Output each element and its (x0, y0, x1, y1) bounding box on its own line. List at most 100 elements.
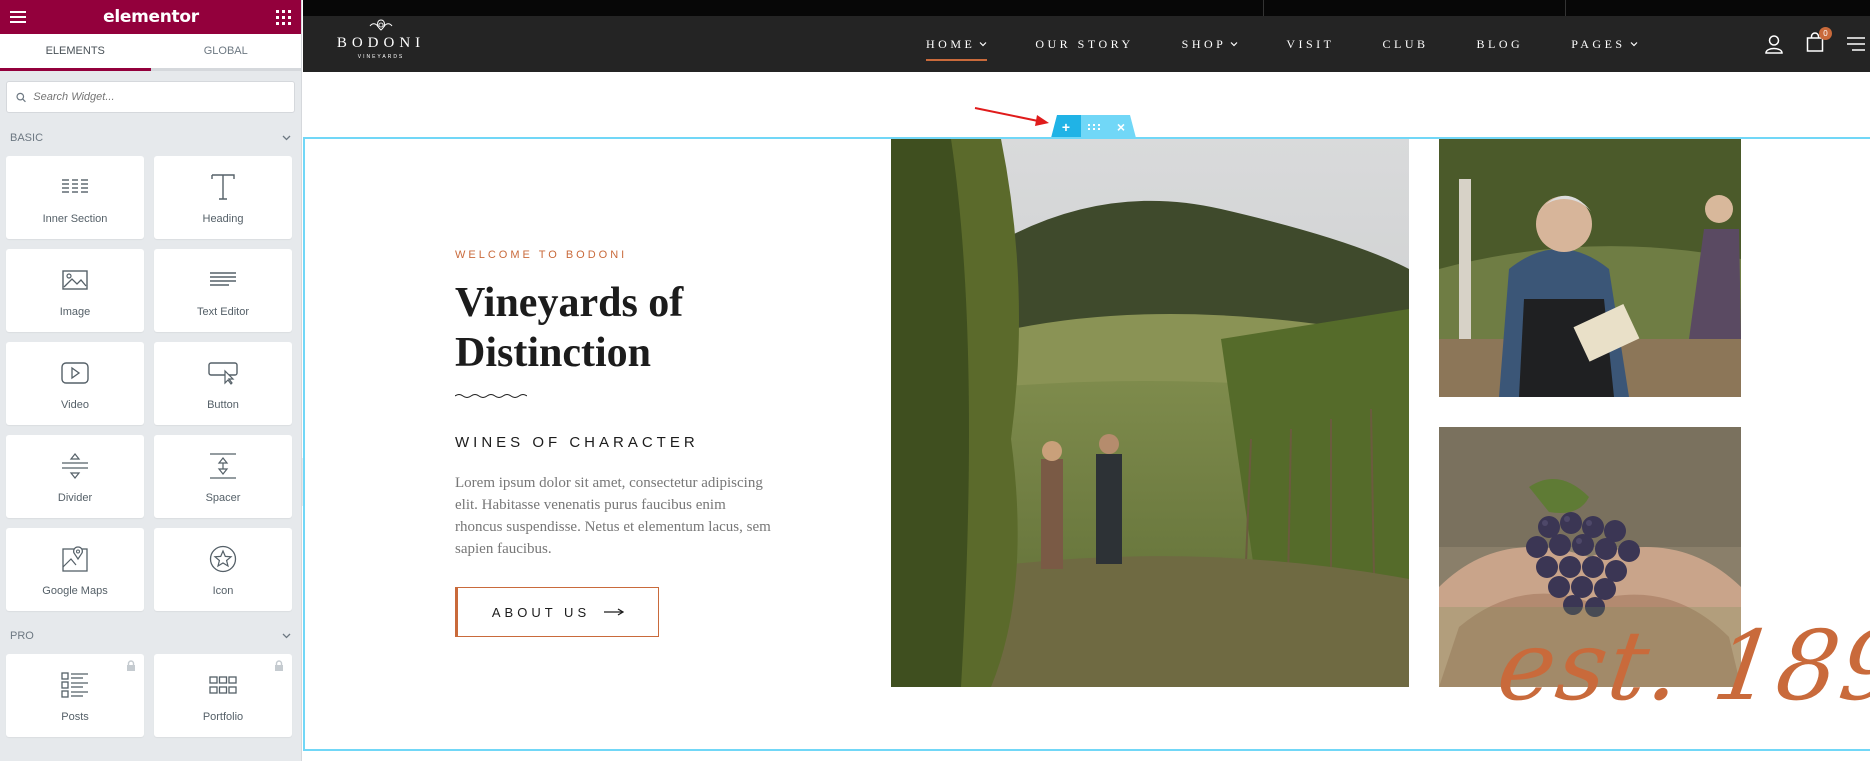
widget-label: Image (59, 305, 91, 318)
hero-title: Vineyards of Distinction (455, 280, 684, 376)
category-pro-header[interactable]: PRO (0, 621, 301, 651)
chevron-down-icon (1230, 42, 1238, 47)
delete-section-button[interactable]: × (1106, 115, 1136, 138)
widget-video[interactable]: Video (6, 342, 144, 425)
search-box (6, 81, 295, 113)
tab-elements[interactable]: ELEMENTS (0, 34, 151, 71)
brand-sub: VINEYARDS (357, 54, 405, 60)
menu-item-pages[interactable]: PAGES (1571, 36, 1638, 52)
widget-button[interactable]: Button (154, 342, 292, 425)
annotation-arrow-icon (974, 107, 1049, 126)
brand-name: BODONI (336, 35, 426, 51)
text-editor-icon (207, 264, 239, 296)
widget-label: Video (61, 398, 89, 411)
top-strip (303, 0, 1870, 16)
cart-button[interactable]: 0 (1806, 26, 1832, 57)
widget-icon[interactable]: Icon (154, 528, 292, 611)
menu-item-label: CLUB (1382, 36, 1429, 51)
elementor-panel: elementor ELEMENTS GLOBAL BASIC (0, 0, 302, 761)
widget-inner-section[interactable]: Inner Section (6, 156, 144, 239)
hero-subhead: WINES OF CHARACTER (455, 434, 699, 451)
widget-text-editor[interactable]: Text Editor (154, 249, 292, 332)
widget-heading[interactable]: Heading (154, 156, 292, 239)
add-section-button[interactable]: + (1051, 115, 1081, 138)
image-icon (59, 264, 91, 296)
header-actions: 0 (1764, 16, 1870, 72)
menu-icon[interactable] (10, 11, 26, 23)
strip-divider (1263, 0, 1264, 16)
site-logo[interactable]: BODONI VINEYARDS (331, 16, 431, 72)
spacer-icon (207, 450, 239, 482)
arrow-right-icon (604, 608, 625, 616)
category-basic-header[interactable]: BASIC (0, 123, 301, 153)
button-label: ABOUT US (491, 604, 591, 620)
hero-eyebrow: WELCOME TO BODONI (455, 249, 628, 261)
portfolio-icon (207, 669, 239, 701)
drag-section-handle[interactable] (1081, 115, 1106, 138)
menu-item-label: SHOP (1181, 36, 1227, 51)
crest-icon (369, 19, 393, 31)
chevron-down-icon (1630, 42, 1638, 47)
established-signature: est. 1890 (1491, 610, 1870, 722)
category-pro-label: PRO (10, 630, 34, 642)
menu-item-home[interactable]: HOME (926, 36, 988, 61)
widgets-grid-icon[interactable] (275, 9, 291, 25)
widget-label: Text Editor (197, 305, 249, 318)
cart-count-badge: 0 (1819, 26, 1832, 40)
site-header: BODONI VINEYARDS HOME OUR STORY SHOP VIS… (303, 16, 1870, 72)
menu-item-shop[interactable]: SHOP (1182, 37, 1239, 52)
close-icon: × (1116, 118, 1126, 135)
widget-image[interactable]: Image (6, 249, 144, 332)
widget-label: Portfolio (202, 710, 244, 723)
widget-label: Spacer (205, 491, 241, 504)
menu-item-label: OUR STORY (1035, 36, 1134, 51)
category-basic-label: BASIC (10, 132, 44, 144)
pro-widgets-grid: Posts Portfolio (0, 651, 301, 747)
menu-item-our-story[interactable]: OUR STORY (1035, 37, 1133, 52)
hero-body: Lorem ipsum dolor sit amet, consectetur … (455, 475, 771, 557)
strip-divider (1565, 0, 1566, 16)
menu-item-visit[interactable]: VISIT (1286, 37, 1334, 52)
posts-icon (59, 669, 91, 701)
menu-item-blog[interactable]: BLOG (1477, 37, 1524, 52)
star-icon (207, 543, 239, 575)
widget-divider[interactable]: Divider (6, 435, 144, 518)
widget-label: Button (207, 398, 239, 411)
user-icon[interactable] (1764, 34, 1784, 54)
chevron-down-icon (282, 135, 291, 141)
lock-icon (127, 660, 135, 671)
menu-item-label: PAGES (1571, 36, 1626, 51)
app-window: elementor ELEMENTS GLOBAL BASIC (0, 0, 1870, 761)
inner-section-icon (59, 171, 91, 203)
widget-portfolio[interactable]: Portfolio (154, 654, 292, 737)
chevron-down-icon (979, 42, 987, 47)
panel-tabs: ELEMENTS GLOBAL (0, 34, 301, 71)
widget-posts[interactable]: Posts (6, 654, 144, 737)
widget-spacer[interactable]: Spacer (154, 435, 292, 518)
search-container (0, 71, 301, 123)
google-maps-icon (59, 543, 91, 575)
tab-global[interactable]: GLOBAL (150, 34, 301, 71)
menu-item-club[interactable]: CLUB (1383, 37, 1429, 52)
decorative-squiggle-icon (455, 394, 527, 398)
lock-icon (275, 660, 283, 671)
main-menu: HOME OUR STORY SHOP VISIT CLUB BLOG PAGE… (926, 16, 1686, 72)
menu-item-label: HOME (926, 36, 976, 51)
about-us-button[interactable]: ABOUT US (455, 587, 659, 637)
widget-google-maps[interactable]: Google Maps (6, 528, 144, 611)
menu-item-label: BLOG (1476, 36, 1524, 51)
search-widget-input[interactable] (33, 91, 285, 103)
widget-label: Heading (202, 212, 244, 225)
vineyard-couple-photo (891, 139, 1409, 687)
widget-label: Posts (61, 710, 89, 723)
widget-label: Google Maps (42, 584, 108, 597)
menu-item-label: VISIT (1286, 36, 1335, 51)
hamburger-menu-icon[interactable] (1846, 36, 1866, 52)
widget-label: Divider (57, 491, 93, 504)
plus-icon: + (1061, 118, 1071, 135)
widget-label: Icon (212, 584, 234, 597)
drag-dots-icon (1087, 123, 1100, 130)
widget-label: Inner Section (42, 212, 108, 225)
search-icon (16, 92, 26, 102)
section-handle: + × (1051, 115, 1136, 138)
